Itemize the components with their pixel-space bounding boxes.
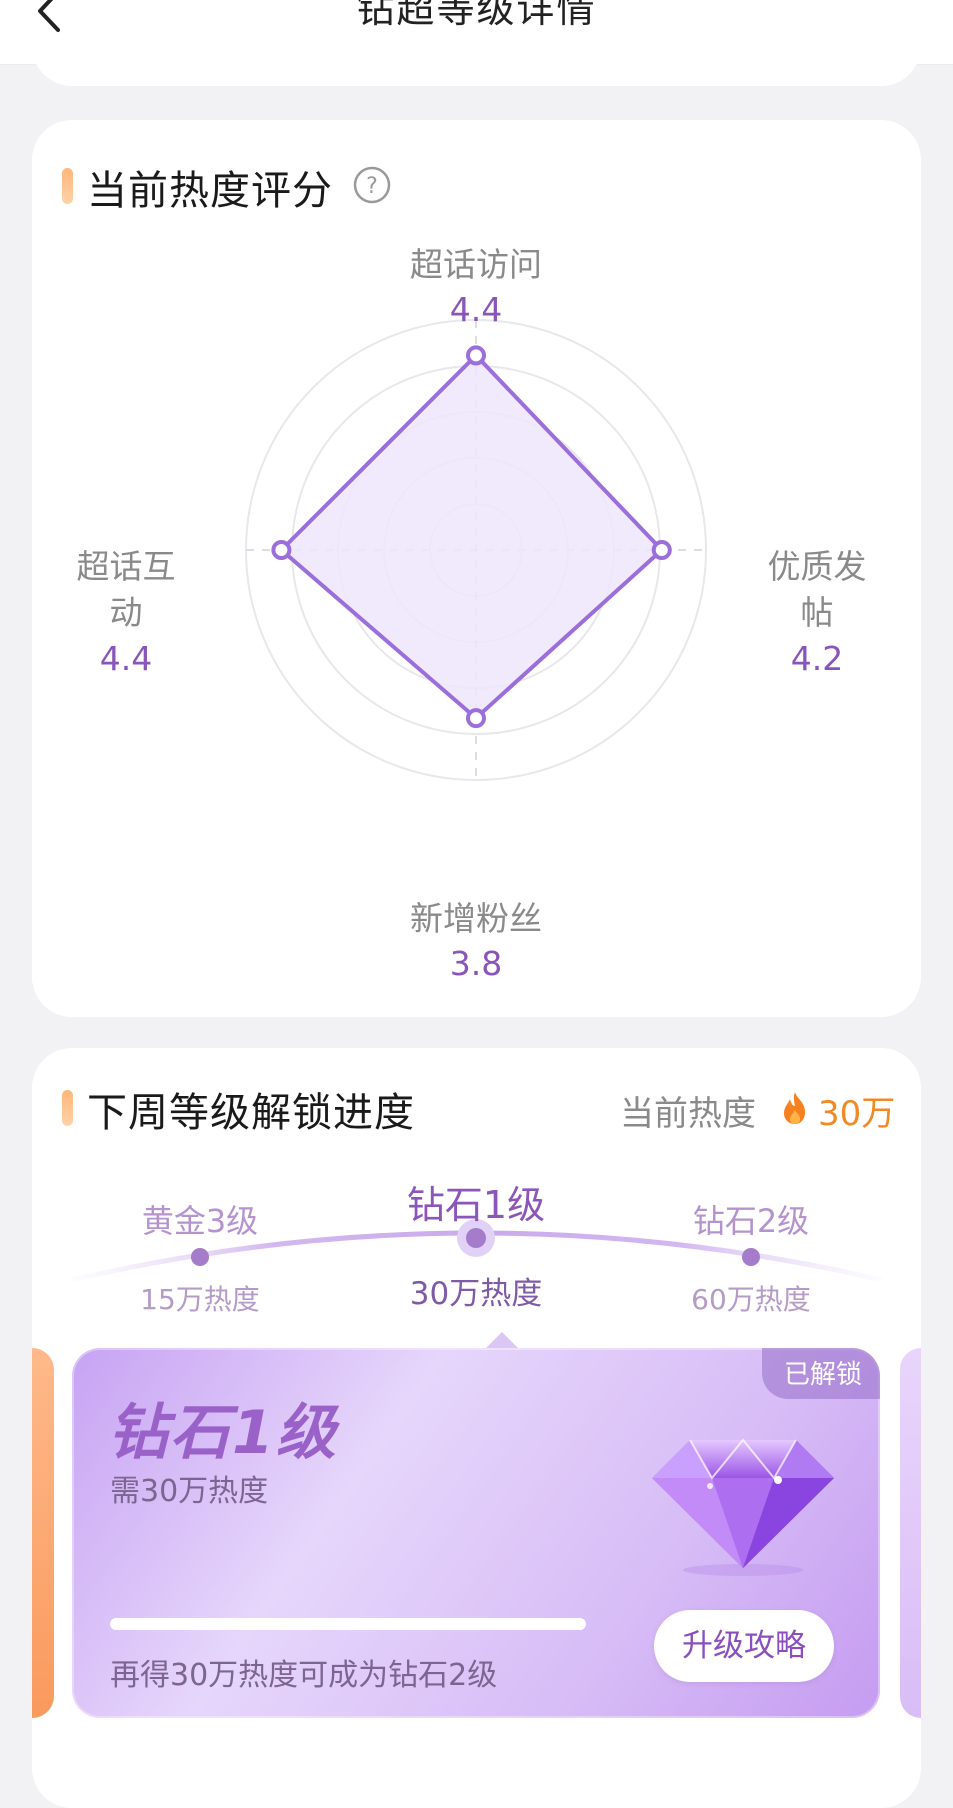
page-title: 钻超等级详情 xyxy=(356,0,597,31)
track-node-gold3 xyxy=(191,1248,209,1266)
current-level-card[interactable]: 已解锁 钻石1级 需30万热度 再得30万热度可成为钻石2级 升级攻略 xyxy=(72,1348,880,1718)
axis-label-fans: 新增粉丝 xyxy=(410,899,542,938)
track-node-diamond2 xyxy=(742,1248,760,1266)
upgrade-guide-button[interactable]: 升级攻略 xyxy=(654,1610,834,1682)
level-req-diamond2: 60万热度 xyxy=(691,1283,811,1316)
axis-label-posts: 优质发帖 xyxy=(767,547,867,632)
unlocked-badge: 已解锁 xyxy=(761,1348,880,1399)
radar-point-posts xyxy=(651,540,672,560)
axis-value-visits: 4.4 xyxy=(449,290,503,329)
next-level-card[interactable] xyxy=(900,1348,921,1718)
previous-card-bottom xyxy=(32,40,921,86)
radar-point-fans xyxy=(466,708,486,729)
radar-point-visits xyxy=(466,345,486,366)
level-req-diamond1: 30万热度 xyxy=(409,1276,543,1312)
upgrade-hint: 再得30万热度可成为钻石2级 xyxy=(110,1658,498,1693)
axis-value-interaction: 4.4 xyxy=(99,639,153,678)
axis-value-fans: 3.8 xyxy=(449,944,503,983)
level-name-diamond1[interactable]: 钻石1级 xyxy=(376,1174,576,1229)
level-progress-fill xyxy=(110,1618,586,1630)
axis-value-posts: 4.2 xyxy=(790,639,844,678)
level-requirement: 需30万热度 xyxy=(110,1474,269,1509)
level-name-gold3[interactable]: 黄金3级 xyxy=(120,1196,280,1242)
level-title: 钻石1级 xyxy=(108,1398,338,1468)
radar-point-interaction xyxy=(271,540,292,560)
radar-score-polygon xyxy=(279,353,664,721)
axis-label-interaction: 超话互动 xyxy=(76,547,176,632)
heat-score-card: 当前热度评分 ? 超话访问 4.4 优质发帖 4.2 新增粉丝 3.8 超话互动… xyxy=(32,120,921,1017)
level-progress-card: 下周等级解锁进度 当前热度 30万 黄金3级 15万热度 钻石1级 30万热度 … xyxy=(32,1048,921,1808)
level-name-diamond2[interactable]: 钻石2级 xyxy=(671,1196,831,1242)
axis-label-visits: 超话访问 xyxy=(410,245,542,284)
prev-level-card[interactable] xyxy=(32,1348,54,1718)
diamond-gem-icon xyxy=(652,1438,834,1576)
level-progress-bar xyxy=(110,1618,586,1630)
level-req-gold3: 15万热度 xyxy=(140,1283,260,1316)
track-node-diamond1 xyxy=(466,1228,486,1248)
